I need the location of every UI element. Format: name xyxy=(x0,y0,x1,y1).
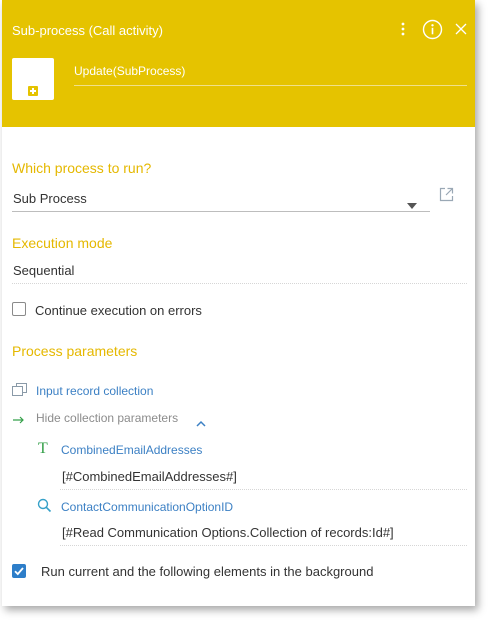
more-vertical-icon[interactable] xyxy=(393,16,413,42)
subprocess-icon xyxy=(28,86,38,96)
header-actions xyxy=(393,16,471,42)
properties-panel: Sub-process (Call activity) Update(SubPr… xyxy=(2,0,475,606)
arrow-right-icon xyxy=(13,411,25,429)
collection-icon xyxy=(12,383,28,402)
panel-title: Sub-process (Call activity) xyxy=(12,23,163,38)
input-record-collection-link[interactable]: Input record collection xyxy=(36,384,153,398)
run-in-background-checkbox[interactable] xyxy=(12,564,26,578)
param-value-contact-comm-option[interactable]: [#Read Communication Options.Collection … xyxy=(62,525,394,540)
execution-mode-label: Execution mode xyxy=(12,235,113,251)
continue-on-errors-checkbox[interactable] xyxy=(12,302,26,316)
execution-mode-value[interactable]: Sequential xyxy=(13,263,74,278)
param-underline xyxy=(60,545,467,546)
text-type-icon: T xyxy=(38,440,48,457)
param-name-combined-email[interactable]: CombinedEmailAddresses xyxy=(61,443,202,457)
chevron-up-icon[interactable] xyxy=(196,414,206,432)
continue-on-errors-label: Continue execution on errors xyxy=(35,303,202,318)
run-in-background-label: Run current and the following elements i… xyxy=(41,564,374,579)
process-select-value[interactable]: Sub Process xyxy=(13,191,87,206)
process-parameters-label: Process parameters xyxy=(12,343,138,359)
checkmark-icon xyxy=(14,567,24,576)
hide-collection-parameters-link[interactable]: Hide collection parameters xyxy=(36,411,178,425)
close-icon[interactable] xyxy=(451,16,471,42)
param-name-contact-comm-option[interactable]: ContactCommunicationOptionID xyxy=(61,500,233,514)
open-external-icon[interactable] xyxy=(439,187,454,207)
execution-mode-underline xyxy=(12,283,467,284)
lookup-icon xyxy=(37,498,52,518)
process-section-label: Which process to run? xyxy=(12,160,152,176)
panel-header: Sub-process (Call activity) Update(SubPr… xyxy=(2,0,475,127)
process-select-underline xyxy=(12,211,430,212)
element-icon-tile xyxy=(12,58,54,100)
param-value-combined-email[interactable]: [#CombinedEmailAddresses#] xyxy=(62,469,237,484)
element-name-field[interactable]: Update(SubProcess) xyxy=(74,63,467,86)
param-underline xyxy=(60,489,467,490)
info-icon[interactable] xyxy=(419,16,445,42)
